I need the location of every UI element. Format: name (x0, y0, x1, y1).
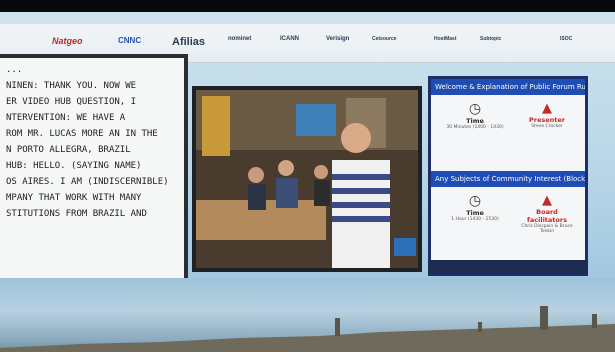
sponsor-logo: ICANN (280, 36, 299, 42)
item-sub: 1 Hour (1430 - 1530) (451, 217, 499, 222)
caption-panel: ... NINEN: THANK YOU. NOW WE ER VIDEO HU… (0, 54, 188, 294)
caption-line: N PORTO ALLEGRA, BRAZIL (6, 145, 131, 155)
caption-line: MPANY THAT WORK WITH MANY (6, 193, 142, 203)
sponsor-logo: Cetsource (372, 36, 397, 42)
sponsor-logo: nominet (228, 36, 252, 42)
agenda-item: ◷ Time 1 Hour (1430 - 1530) (445, 193, 505, 222)
item-label: Board facilitators (527, 208, 567, 224)
agenda-header: Any Subjects of Community Interest (Bloc… (431, 171, 585, 187)
person-icon: ▲ (542, 193, 552, 208)
caption-line: ... (6, 65, 23, 75)
agenda-item: ◷ Time 30 Minutes (1400 - 1430) (445, 101, 505, 130)
caption-line: STITUTIONS FROM BRAZIL AND (6, 209, 147, 219)
person-icon: ▲ (542, 101, 552, 116)
caption-line: ROM MR. LUCAS MORE AN IN THE (6, 129, 158, 139)
caption-line: NTERVENTION: WE HAVE A (6, 113, 126, 123)
caption-line: HUB: HELLO. (SAYING NAME) (6, 161, 142, 171)
item-label: Presenter (528, 116, 565, 124)
city-skyline-banner (0, 278, 615, 352)
sponsor-logo: ISOC (560, 36, 573, 42)
item-sub: Chris Disspain & Bruce Tonkin (521, 224, 573, 234)
item-label: Time (466, 209, 484, 217)
item-label: Time (466, 117, 484, 125)
agenda-item: ▲ Board facilitators Chris Disspain & Br… (517, 193, 577, 234)
item-sub: Steve Crocker (531, 124, 563, 129)
agenda-item: ▲ Presenter Steve Crocker (517, 101, 577, 129)
clock-icon: ◷ (468, 193, 482, 209)
caption-line: ER VIDEO HUB QUESTION, I (6, 97, 137, 107)
video-scene (196, 90, 418, 268)
projection-screen: Natgeo CNNC Afilias nominet ICANN Verisi… (0, 10, 615, 352)
sponsor-logo: Verisign (326, 36, 350, 42)
dark-top-edge (0, 0, 615, 12)
sponsor-logo: Afilias (172, 36, 206, 48)
sponsor-logo: Natgeo (52, 36, 83, 46)
agenda-header: Welcome & Explanation of Public Forum Ru… (431, 79, 585, 95)
item-sub: 30 Minutes (1400 - 1430) (446, 125, 504, 130)
clock-icon: ◷ (468, 101, 482, 117)
video-feed (192, 86, 422, 272)
sponsor-logo: Subtopic (480, 36, 502, 42)
agenda-panel: Welcome & Explanation of Public Forum Ru… (428, 76, 588, 276)
panel-footer (428, 260, 588, 274)
skyline-art (0, 306, 615, 352)
sponsor-logo: CNNC (118, 36, 142, 45)
sponsor-logo: HostMast (434, 36, 457, 42)
caption-line: NINEN: THANK YOU. NOW WE (6, 81, 137, 91)
caption-line: OS AIRES. I AM (INDISCERNIBLE) (6, 177, 169, 187)
